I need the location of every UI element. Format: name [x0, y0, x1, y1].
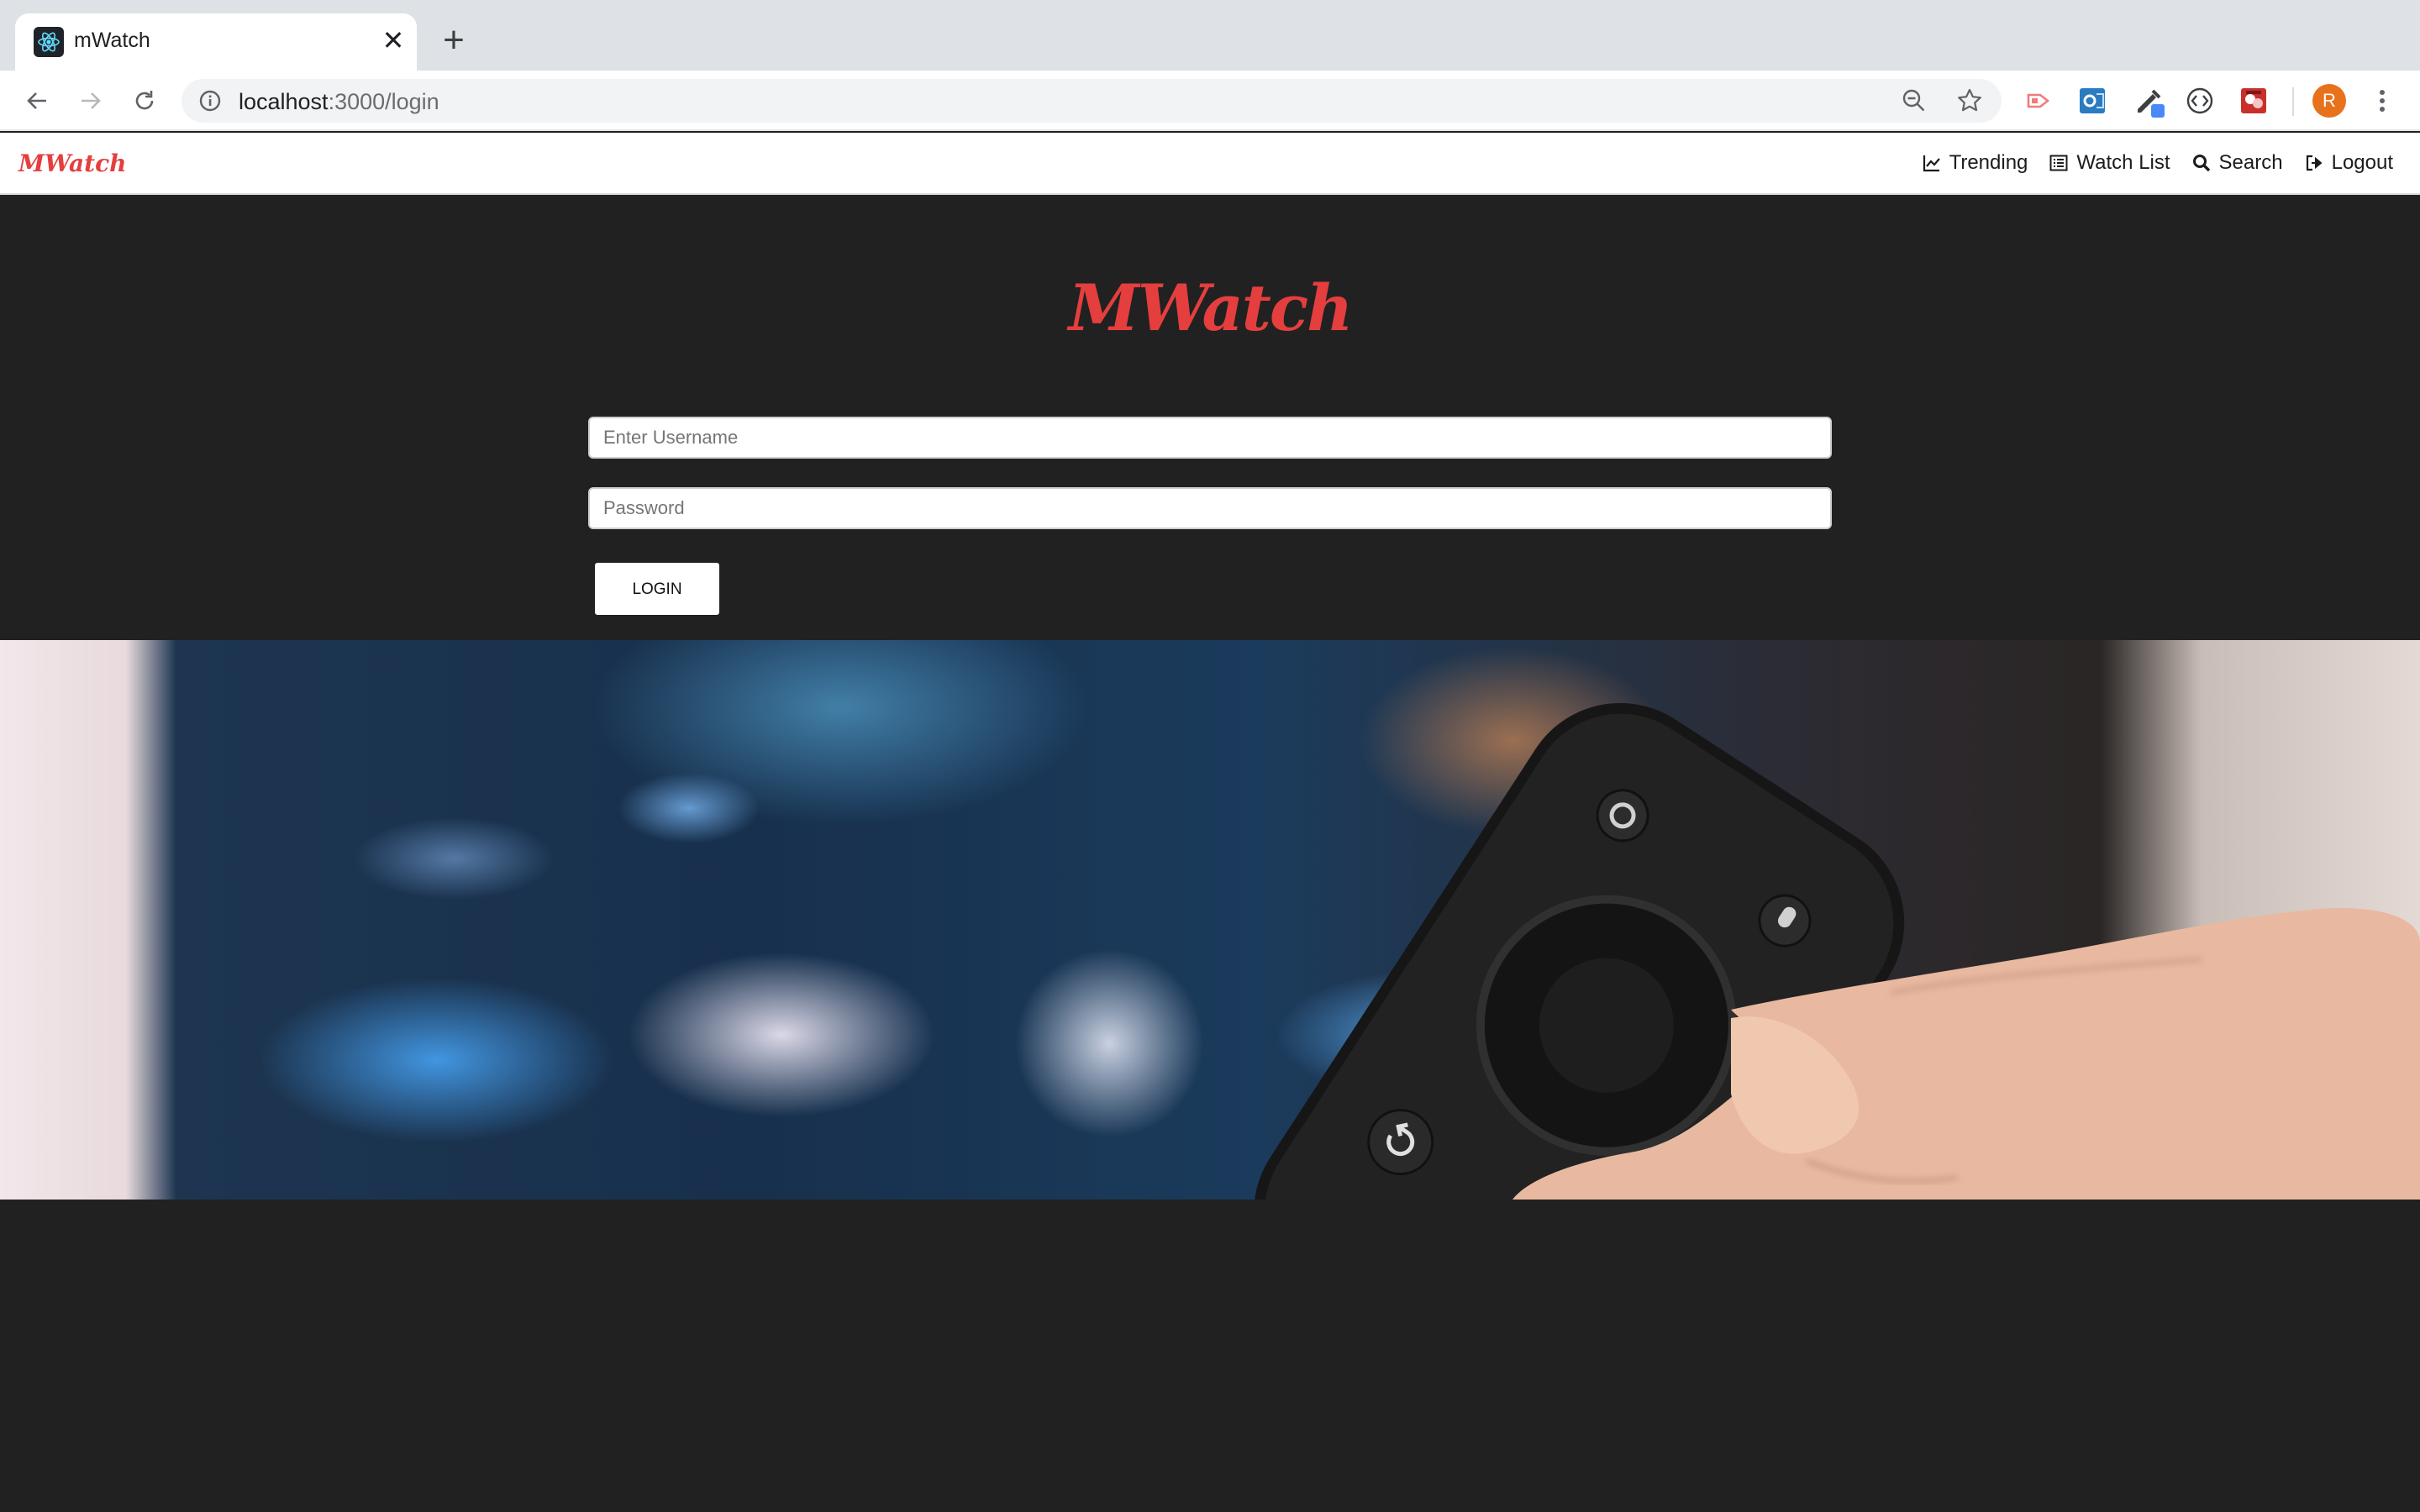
username-input[interactable] — [588, 417, 1832, 459]
nav-link-watch-list[interactable]: Watch List — [2049, 151, 2170, 175]
new-tab-icon[interactable]: + — [435, 22, 472, 60]
search-icon — [2192, 155, 2210, 172]
list-icon — [2049, 155, 2068, 171]
tab-title: mWatch — [74, 29, 150, 52]
toolbar-divider — [2292, 87, 2294, 116]
nav-link-label: Watch List — [2076, 151, 2170, 174]
browser-tab[interactable]: mWatch ✕ — [15, 13, 417, 71]
react-favicon-icon — [34, 27, 64, 57]
url-text: localhost:3000/login — [239, 89, 439, 114]
reload-icon[interactable] — [126, 82, 163, 119]
bookmark-star-icon[interactable] — [1954, 86, 1985, 116]
navbar-brand[interactable]: MWatch — [18, 150, 127, 177]
app-navbar: MWatch Trending Watch List Search Logout — [0, 133, 2420, 195]
forward-icon[interactable] — [72, 82, 109, 119]
back-icon[interactable] — [18, 82, 55, 119]
extension-arrow-icon[interactable] — [2022, 84, 2055, 118]
browser-toolbar: localhost:3000/login — [0, 71, 2420, 131]
zoom-out-icon[interactable] — [1899, 86, 1929, 116]
close-tab-icon[interactable]: ✕ — [378, 25, 408, 55]
nav-link-label: Trending — [1949, 151, 2028, 174]
site-info-icon[interactable] — [195, 86, 225, 116]
extension-code-icon[interactable] — [2183, 84, 2217, 118]
extension-outlook-icon[interactable] — [2075, 84, 2109, 118]
login-section: MWatch LOGIN — [0, 195, 2420, 640]
browser-tabstrip: mWatch ✕ + — [0, 0, 2420, 71]
login-button[interactable]: LOGIN — [595, 563, 719, 615]
hero-banner-image — [0, 640, 2420, 1200]
mwatch-logo: MWatch — [1068, 270, 1354, 345]
nav-link-logout[interactable]: Logout — [2305, 151, 2393, 175]
address-bar[interactable]: localhost:3000/login — [182, 79, 2002, 123]
nav-link-search[interactable]: Search — [2192, 151, 2283, 175]
nav-link-trending[interactable]: Trending — [1923, 151, 2028, 175]
extension-colorpicker-icon[interactable] — [2133, 84, 2166, 118]
logout-icon — [2306, 155, 2323, 171]
chart-line-icon — [1923, 155, 1940, 172]
nav-link-label: Search — [2218, 151, 2283, 174]
remote-in-hand-illustration — [1254, 703, 2420, 1200]
nav-link-label: Logout — [2331, 151, 2393, 174]
profile-avatar[interactable]: R — [2312, 84, 2346, 118]
navbar-links: Trending Watch List Search Logout — [1923, 151, 2393, 175]
extension-devtools-icon[interactable] — [2237, 84, 2270, 118]
password-input[interactable] — [588, 487, 1832, 529]
browser-menu-icon[interactable] — [2370, 84, 2395, 118]
